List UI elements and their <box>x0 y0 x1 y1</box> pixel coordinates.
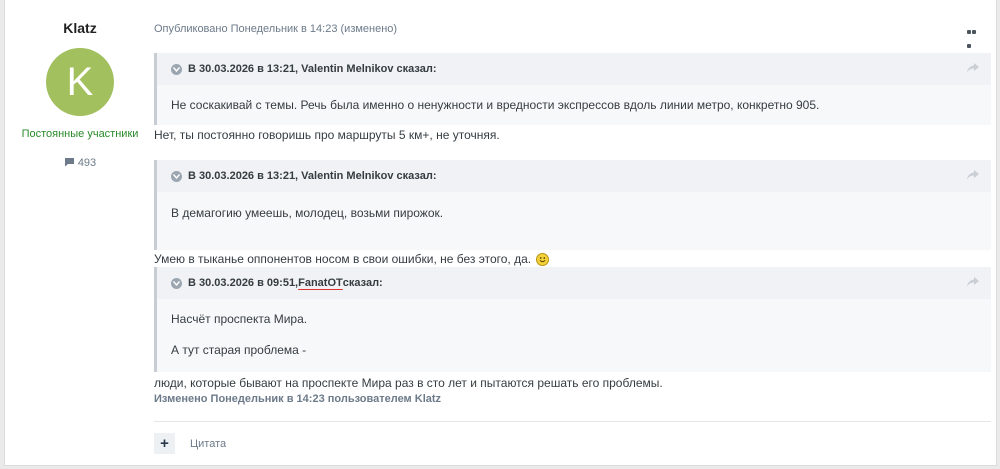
quote-text: Насчёт проспекта Мира. <box>171 312 308 326</box>
user-mention-link[interactable]: FanatOT <box>298 277 343 289</box>
chevron-down-icon[interactable] <box>171 63 182 75</box>
quote-body: Насчёт проспекта Мира. А тут старая проб… <box>157 299 991 357</box>
quote-header: В 30.03.2026 в 13:21, Valentin Melnikov … <box>157 53 991 85</box>
quote-text: В демагогию умеешь, молодец, возьми пиро… <box>171 206 444 220</box>
share-arrow-icon[interactable] <box>967 63 979 76</box>
reply-text: Умею в тыканье оппонентов носом в свои о… <box>154 252 550 266</box>
quote-body: Не соскакивай с темы. Речь была именно о… <box>157 85 991 112</box>
quote-block: В 30.03.2026 в 13:21, Valentin Melnikov … <box>154 53 991 125</box>
post-published-date[interactable]: Опубликовано Понедельник в 14:23 (измене… <box>154 23 397 35</box>
multiquote-add-button[interactable]: + <box>154 433 175 454</box>
quote-block: В 30.03.2026 в 09:51, FanatOT сказал: На… <box>154 267 991 372</box>
avatar[interactable]: K <box>46 48 114 116</box>
more-options-icon[interactable] <box>967 23 981 48</box>
quote-author-line: В 30.03.2026 в 13:21, Valentin Melnikov … <box>188 170 437 182</box>
quote-header-prefix: В 30.03.2026 в 09:51, <box>188 277 299 289</box>
post-count-value: 493 <box>77 157 97 169</box>
chevron-down-icon[interactable] <box>171 170 182 182</box>
reply-text: люди, которые бывают на проспекте Мира р… <box>154 376 663 390</box>
author-group: Постоянные участники <box>21 128 139 140</box>
reply-text: Нет, ты постоянно говоришь про маршруты … <box>154 128 500 142</box>
share-arrow-icon[interactable] <box>967 277 979 290</box>
author-name[interactable]: Klatz <box>5 20 155 36</box>
quote-body: В демагогию умеешь, молодец, возьми пиро… <box>157 192 991 220</box>
quote-author-line: В 30.03.2026 в 13:21, Valentin Melnikov … <box>188 63 437 75</box>
quote-button[interactable]: Цитата <box>190 438 226 450</box>
share-arrow-icon[interactable] <box>967 170 979 183</box>
chevron-down-icon[interactable] <box>171 277 182 289</box>
comment-icon <box>64 158 74 167</box>
quote-block: В 30.03.2026 в 13:21, Valentin Melnikov … <box>154 160 991 250</box>
quote-header-suffix: сказал: <box>342 277 383 289</box>
author-panel: Klatz K Постоянные участники 493 <box>5 0 155 169</box>
edited-note: Изменено Понедельник в 14:23 пользовател… <box>154 393 442 405</box>
smile-emoji-icon <box>536 253 550 266</box>
quote-text: Не соскакивай с темы. Речь была именно о… <box>171 98 820 112</box>
quote-header: В 30.03.2026 в 13:21, Valentin Melnikov … <box>157 160 991 192</box>
quote-header: В 30.03.2026 в 09:51, FanatOT сказал: <box>157 267 991 299</box>
reply-text-content: Умею в тыканье оппонентов носом в свои о… <box>154 252 532 266</box>
forum-post: Klatz K Постоянные участники 493 Опублик… <box>4 0 997 466</box>
divider <box>154 421 991 422</box>
quote-text: А тут старая проблема - <box>171 343 307 357</box>
post-count: 493 <box>5 157 155 169</box>
